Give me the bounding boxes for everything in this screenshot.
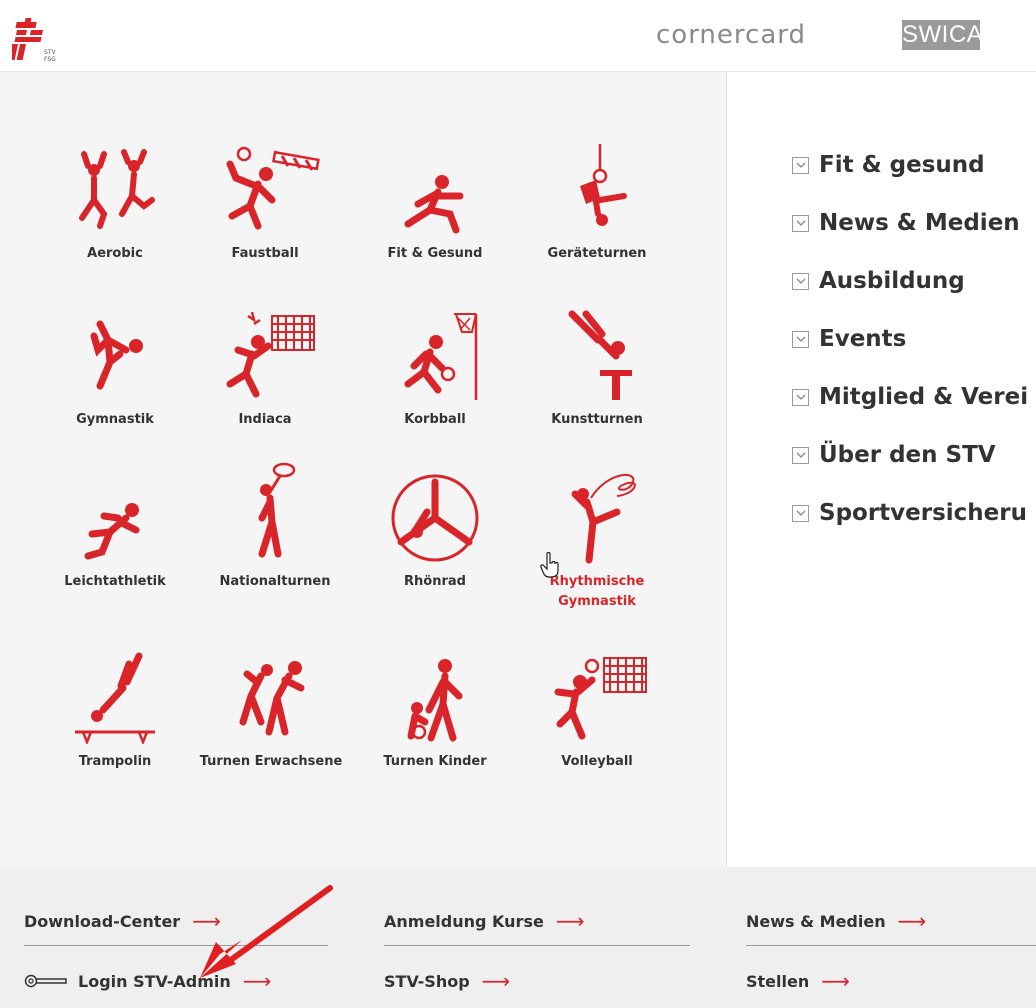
menu-item-label: Fit & gesund bbox=[819, 152, 985, 178]
leichtathletik-icon bbox=[84, 503, 140, 560]
tile-faustball[interactable]: Faustball bbox=[190, 144, 340, 264]
menu-item-ausbildung[interactable]: Ausbildung bbox=[792, 252, 1028, 310]
sponsor-cornercard-logo[interactable]: cornercard bbox=[656, 20, 806, 50]
tile-leichtathletik[interactable]: Leichtathletik bbox=[40, 472, 190, 592]
volleyball-icon bbox=[554, 657, 647, 740]
geraeteturnen-icon bbox=[580, 144, 627, 226]
nationalturnen-icon bbox=[258, 462, 296, 558]
divider bbox=[746, 945, 1036, 946]
tile-label: Volleyball bbox=[561, 754, 633, 769]
arrow-right-icon: ⟶ bbox=[897, 909, 927, 933]
menu-item-events[interactable]: Events bbox=[792, 310, 1028, 368]
tile-aerobic[interactable]: Aerobic bbox=[40, 144, 190, 264]
turnen-erwachsene-icon bbox=[239, 661, 305, 736]
menu-item-sportversicherung[interactable]: Sportversicheru bbox=[792, 484, 1028, 542]
news-label: News & Medien bbox=[746, 911, 886, 931]
trampolin-icon bbox=[75, 652, 155, 744]
faustball-icon bbox=[226, 146, 320, 230]
arrow-right-icon: ⟶ bbox=[555, 909, 585, 933]
menu-item-label: Events bbox=[819, 326, 907, 352]
chevron-down-icon bbox=[792, 214, 809, 232]
download-center-label: Download-Center bbox=[24, 911, 181, 931]
divider bbox=[384, 945, 690, 946]
sports-grid: Aerobic Faustball Fit & Gesund Gerätetur… bbox=[0, 72, 727, 867]
aerobic-icon bbox=[79, 149, 155, 229]
main-menu: Fit & gesund News & Medien Ausbildung Ev… bbox=[792, 136, 1028, 542]
menu-item-label: Über den STV bbox=[819, 442, 996, 468]
stellen-label: Stellen bbox=[746, 971, 810, 991]
footer-links: Download-Center ⟶ Login STV-Admin ⟶ Anme… bbox=[0, 867, 1036, 1008]
tile-label: Kunstturnen bbox=[551, 412, 643, 427]
tile-label: Nationalturnen bbox=[219, 574, 331, 589]
tile-label: Rhythmische Gymnastik bbox=[549, 574, 645, 609]
menu-item-label: News & Medien bbox=[819, 210, 1020, 236]
chevron-down-icon bbox=[792, 330, 809, 348]
kunstturnen-icon bbox=[568, 310, 632, 400]
annotation-arrow-icon bbox=[200, 885, 333, 978]
tile-indiaca[interactable]: Indiaca bbox=[190, 310, 340, 430]
tile-label: Fit & Gesund bbox=[387, 246, 483, 261]
tile-fit-gesund[interactable]: Fit & Gesund bbox=[360, 144, 510, 264]
arrow-right-icon: ⟶ bbox=[481, 969, 511, 993]
tile-label: Geräteturnen bbox=[547, 246, 647, 261]
tile-korbball[interactable]: Korbball bbox=[360, 310, 510, 430]
indiaca-icon bbox=[226, 311, 315, 398]
tile-geraeteturnen[interactable]: Geräteturnen bbox=[522, 144, 672, 264]
stellen-link[interactable]: Stellen ⟶ bbox=[746, 969, 850, 993]
tile-rhythmische-gymnastik[interactable]: Rhythmische Gymnastik bbox=[522, 472, 672, 612]
tile-gymnastik[interactable]: Gymnastik bbox=[40, 310, 190, 430]
stv-shop-link[interactable]: STV-Shop ⟶ bbox=[384, 969, 510, 993]
menu-item-fit-gesund[interactable]: Fit & gesund bbox=[792, 136, 1028, 194]
anmeldung-kurse-link[interactable]: Anmeldung Kurse ⟶ bbox=[384, 909, 584, 933]
tile-label: Rhönrad bbox=[404, 574, 466, 589]
stv-logo[interactable]: STV FSG bbox=[8, 16, 60, 64]
tile-turnen-kinder[interactable]: Turnen Kinder bbox=[360, 652, 510, 772]
menu-item-news-medien[interactable]: News & Medien bbox=[792, 194, 1028, 252]
tile-trampolin[interactable]: Trampolin bbox=[40, 652, 190, 772]
tile-kunstturnen[interactable]: Kunstturnen bbox=[522, 310, 672, 430]
menu-item-label: Sportversicheru bbox=[819, 500, 1027, 526]
turnen-kinder-icon bbox=[407, 659, 463, 742]
hand-cursor-icon bbox=[540, 552, 559, 578]
arrow-right-icon: ⟶ bbox=[821, 969, 850, 993]
tile-label: Indiaca bbox=[238, 412, 292, 427]
chevron-down-icon bbox=[792, 272, 809, 290]
tile-label: Trampolin bbox=[78, 754, 152, 769]
tile-nationalturnen[interactable]: Nationalturnen bbox=[200, 462, 350, 592]
tile-volleyball[interactable]: Volleyball bbox=[522, 652, 672, 772]
shop-label: STV-Shop bbox=[384, 971, 470, 991]
svg-text:STV: STV bbox=[44, 49, 56, 56]
fit-gesund-icon bbox=[404, 175, 464, 234]
tile-rhoenrad[interactable]: Rhönrad bbox=[360, 472, 510, 592]
news-medien-link[interactable]: News & Medien ⟶ bbox=[746, 909, 926, 933]
chevron-down-icon bbox=[792, 388, 809, 406]
tile-label: Turnen Kinder bbox=[383, 754, 487, 769]
tile-turnen-erwachsene[interactable]: Turnen Erwachsene bbox=[196, 652, 346, 772]
rhoenrad-icon bbox=[391, 474, 479, 562]
menu-item-label: Ausbildung bbox=[819, 268, 965, 294]
chevron-down-icon bbox=[792, 156, 809, 174]
gymnastik-icon bbox=[90, 320, 143, 390]
tile-label: Turnen Erwachsene bbox=[199, 754, 343, 769]
chevron-down-icon bbox=[792, 446, 809, 464]
sponsor-swica-logo[interactable]: SWICA bbox=[902, 20, 983, 50]
menu-item-ueber-stv[interactable]: Über den STV bbox=[792, 426, 1028, 484]
korbball-icon bbox=[404, 313, 478, 400]
chevron-down-icon bbox=[792, 504, 809, 522]
menu-item-label: Mitglied & Verei bbox=[819, 384, 1029, 410]
tile-label: Leichtathletik bbox=[64, 574, 166, 589]
menu-item-mitglied-verein[interactable]: Mitglied & Verei bbox=[792, 368, 1028, 426]
rhythmische-gymnastik-icon bbox=[571, 474, 636, 564]
tile-label: Gymnastik bbox=[76, 412, 154, 427]
svg-text:FSG: FSG bbox=[44, 56, 56, 63]
tile-label: Faustball bbox=[231, 246, 299, 261]
site-header: STV FSG cornercard SWICA bbox=[0, 0, 1036, 72]
key-icon bbox=[24, 974, 67, 988]
tile-label: Korbball bbox=[404, 412, 466, 427]
tile-label: Aerobic bbox=[87, 246, 143, 261]
anmeldung-label: Anmeldung Kurse bbox=[384, 911, 544, 931]
